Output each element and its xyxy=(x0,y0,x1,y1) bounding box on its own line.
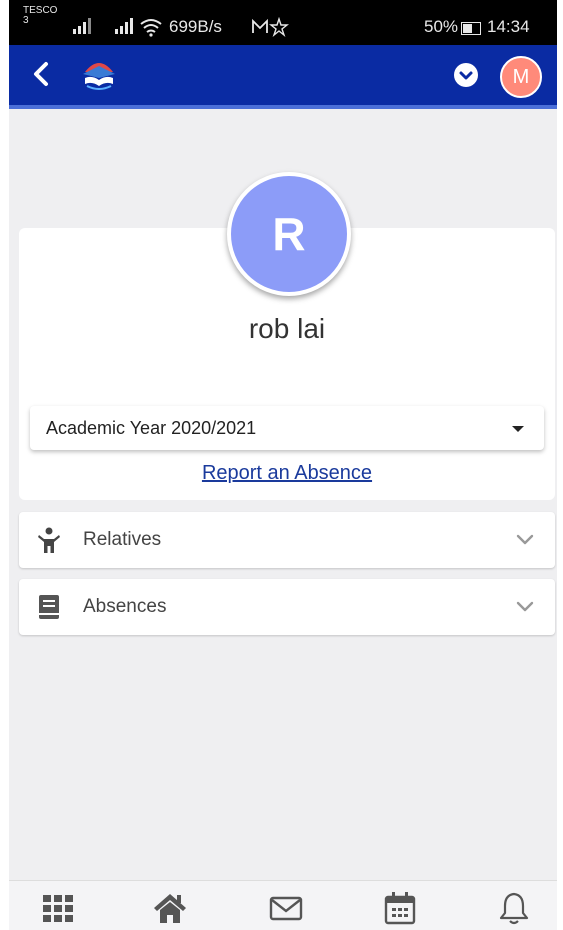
absences-section[interactable]: Absences xyxy=(19,579,555,635)
clock: 14:34 xyxy=(487,17,530,36)
phone-screen: TESCO 3 699B/s 50% 14:34 M R rob lai Aca… xyxy=(9,0,557,930)
battery-icon xyxy=(461,22,481,35)
bell-icon[interactable] xyxy=(497,891,531,925)
calendar-icon[interactable] xyxy=(383,891,417,925)
academic-year-value: Academic Year 2020/2021 xyxy=(46,418,257,438)
user-avatar[interactable]: M xyxy=(500,56,542,98)
signal-icon xyxy=(115,18,133,34)
grid-icon[interactable] xyxy=(41,891,75,925)
chevron-down-icon xyxy=(516,601,534,612)
chevron-down-icon xyxy=(516,534,534,545)
person-icon xyxy=(38,527,60,553)
report-absence-link[interactable]: Report an Absence xyxy=(19,462,555,485)
carrier-label: TESCO 3 xyxy=(23,5,58,26)
school-logo-icon xyxy=(83,63,115,90)
section-label: Relatives xyxy=(83,529,162,550)
net-speed: 699B/s xyxy=(169,17,222,36)
caret-down-icon xyxy=(512,426,524,432)
student-name: rob lai xyxy=(248,313,326,344)
mail-icon[interactable] xyxy=(269,891,303,925)
app-header: M xyxy=(9,45,557,109)
battery-percent: 50% xyxy=(424,17,459,36)
signal-icon xyxy=(73,18,91,34)
account-dropdown-button[interactable] xyxy=(454,63,478,87)
book-icon xyxy=(39,595,59,619)
notification-icons xyxy=(252,17,289,37)
section-label: Absences xyxy=(83,596,167,617)
back-arrow-icon[interactable] xyxy=(27,59,57,89)
student-avatar: R xyxy=(227,172,351,296)
chevron-down-icon xyxy=(459,71,473,80)
academic-year-select[interactable]: Academic Year 2020/2021 xyxy=(30,406,544,450)
status-bar: TESCO 3 699B/s 50% 14:34 xyxy=(9,0,557,45)
home-icon[interactable] xyxy=(153,891,187,925)
relatives-section[interactable]: Relatives xyxy=(19,512,555,568)
wifi-icon xyxy=(140,19,162,37)
bottom-navigation xyxy=(9,880,557,930)
